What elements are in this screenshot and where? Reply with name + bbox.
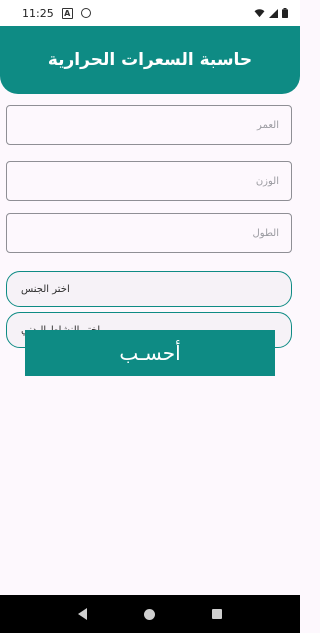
status-left: 11:25 A [22,7,91,20]
weight-input[interactable] [7,162,291,200]
height-input[interactable] [7,214,291,252]
signal-icon [269,8,278,18]
age-input[interactable] [7,106,291,144]
navigation-bar [0,595,300,633]
weight-field[interactable] [6,161,292,201]
age-field[interactable] [6,105,292,145]
app-header: حاسبة السعرات الحرارية [0,26,300,94]
status-bar: 11:25 A [0,0,300,26]
wifi-icon [254,8,265,17]
battery-icon [282,8,288,18]
gender-select-label: اختر الجنس [21,283,70,295]
a-box-icon: A [61,7,73,19]
back-icon[interactable] [78,608,88,620]
page-title: حاسبة السعرات الحرارية [47,50,253,70]
height-field[interactable] [6,213,292,253]
home-icon[interactable] [143,608,155,620]
status-right [254,8,288,18]
calculate-button-label: أحسـب [119,341,181,365]
at-circle-icon [80,8,91,18]
status-time: 11:25 [22,6,54,20]
calculate-button[interactable]: أحسـب [25,330,275,376]
recents-icon[interactable] [211,609,222,619]
gender-select[interactable]: اختر الجنس [6,271,292,307]
